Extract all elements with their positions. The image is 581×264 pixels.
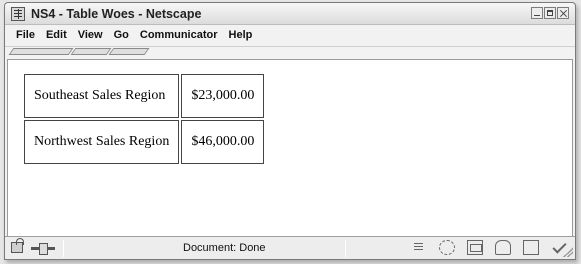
menu-bar: File Edit View Go Communicator Help [5, 26, 575, 44]
minimize-button[interactable] [531, 7, 543, 19]
toolbar-grip-personal[interactable] [108, 48, 150, 55]
composer-icon[interactable] [523, 240, 539, 255]
region-cell: Northwest Sales Region [24, 120, 180, 164]
close-button[interactable] [557, 7, 569, 19]
toolbar-grip-location[interactable] [70, 48, 112, 55]
table-row: Southeast Sales Region $23,000.00 [24, 74, 265, 118]
page-content: Southeast Sales Region $23,000.00 Northw… [7, 59, 573, 237]
menu-go[interactable]: Go [109, 29, 135, 41]
menu-edit[interactable]: Edit [41, 29, 73, 41]
amount-cell: $46,000.00 [181, 120, 265, 164]
lock-icon[interactable] [11, 238, 24, 253]
menu-communicator[interactable]: Communicator [135, 29, 224, 41]
menu-file[interactable]: File [11, 29, 41, 41]
browser-window: NS4 - Table Woes - Netscape File Edit Vi… [4, 2, 576, 260]
region-cell: Southeast Sales Region [24, 74, 180, 118]
toolbar-grip-navigation[interactable] [8, 48, 74, 55]
component-bar-icon[interactable] [411, 240, 427, 255]
title-bar[interactable]: NS4 - Table Woes - Netscape [5, 3, 575, 25]
newsgroup-icon[interactable] [495, 240, 511, 255]
navigator-icon[interactable] [439, 240, 455, 255]
component-bar [411, 240, 567, 255]
status-divider [63, 240, 64, 257]
table-row: Northwest Sales Region $46,000.00 [24, 120, 265, 164]
status-bar: Document: Done [5, 236, 575, 259]
netscape-app-icon[interactable] [11, 7, 25, 21]
status-divider [345, 240, 346, 257]
window-title: NS4 - Table Woes - Netscape [31, 7, 202, 21]
sales-table: Southeast Sales Region $23,000.00 Northw… [22, 72, 266, 166]
amount-cell: $23,000.00 [181, 74, 265, 118]
status-text: Document: Done [183, 242, 266, 254]
menu-view[interactable]: View [73, 29, 109, 41]
resize-grip-icon[interactable] [563, 247, 573, 257]
menu-help[interactable]: Help [224, 29, 259, 41]
mail-icon[interactable] [467, 240, 483, 255]
collapsed-toolbars [5, 46, 575, 56]
window-controls [531, 7, 569, 19]
maximize-button[interactable] [544, 7, 556, 19]
connection-icon [31, 243, 55, 255]
